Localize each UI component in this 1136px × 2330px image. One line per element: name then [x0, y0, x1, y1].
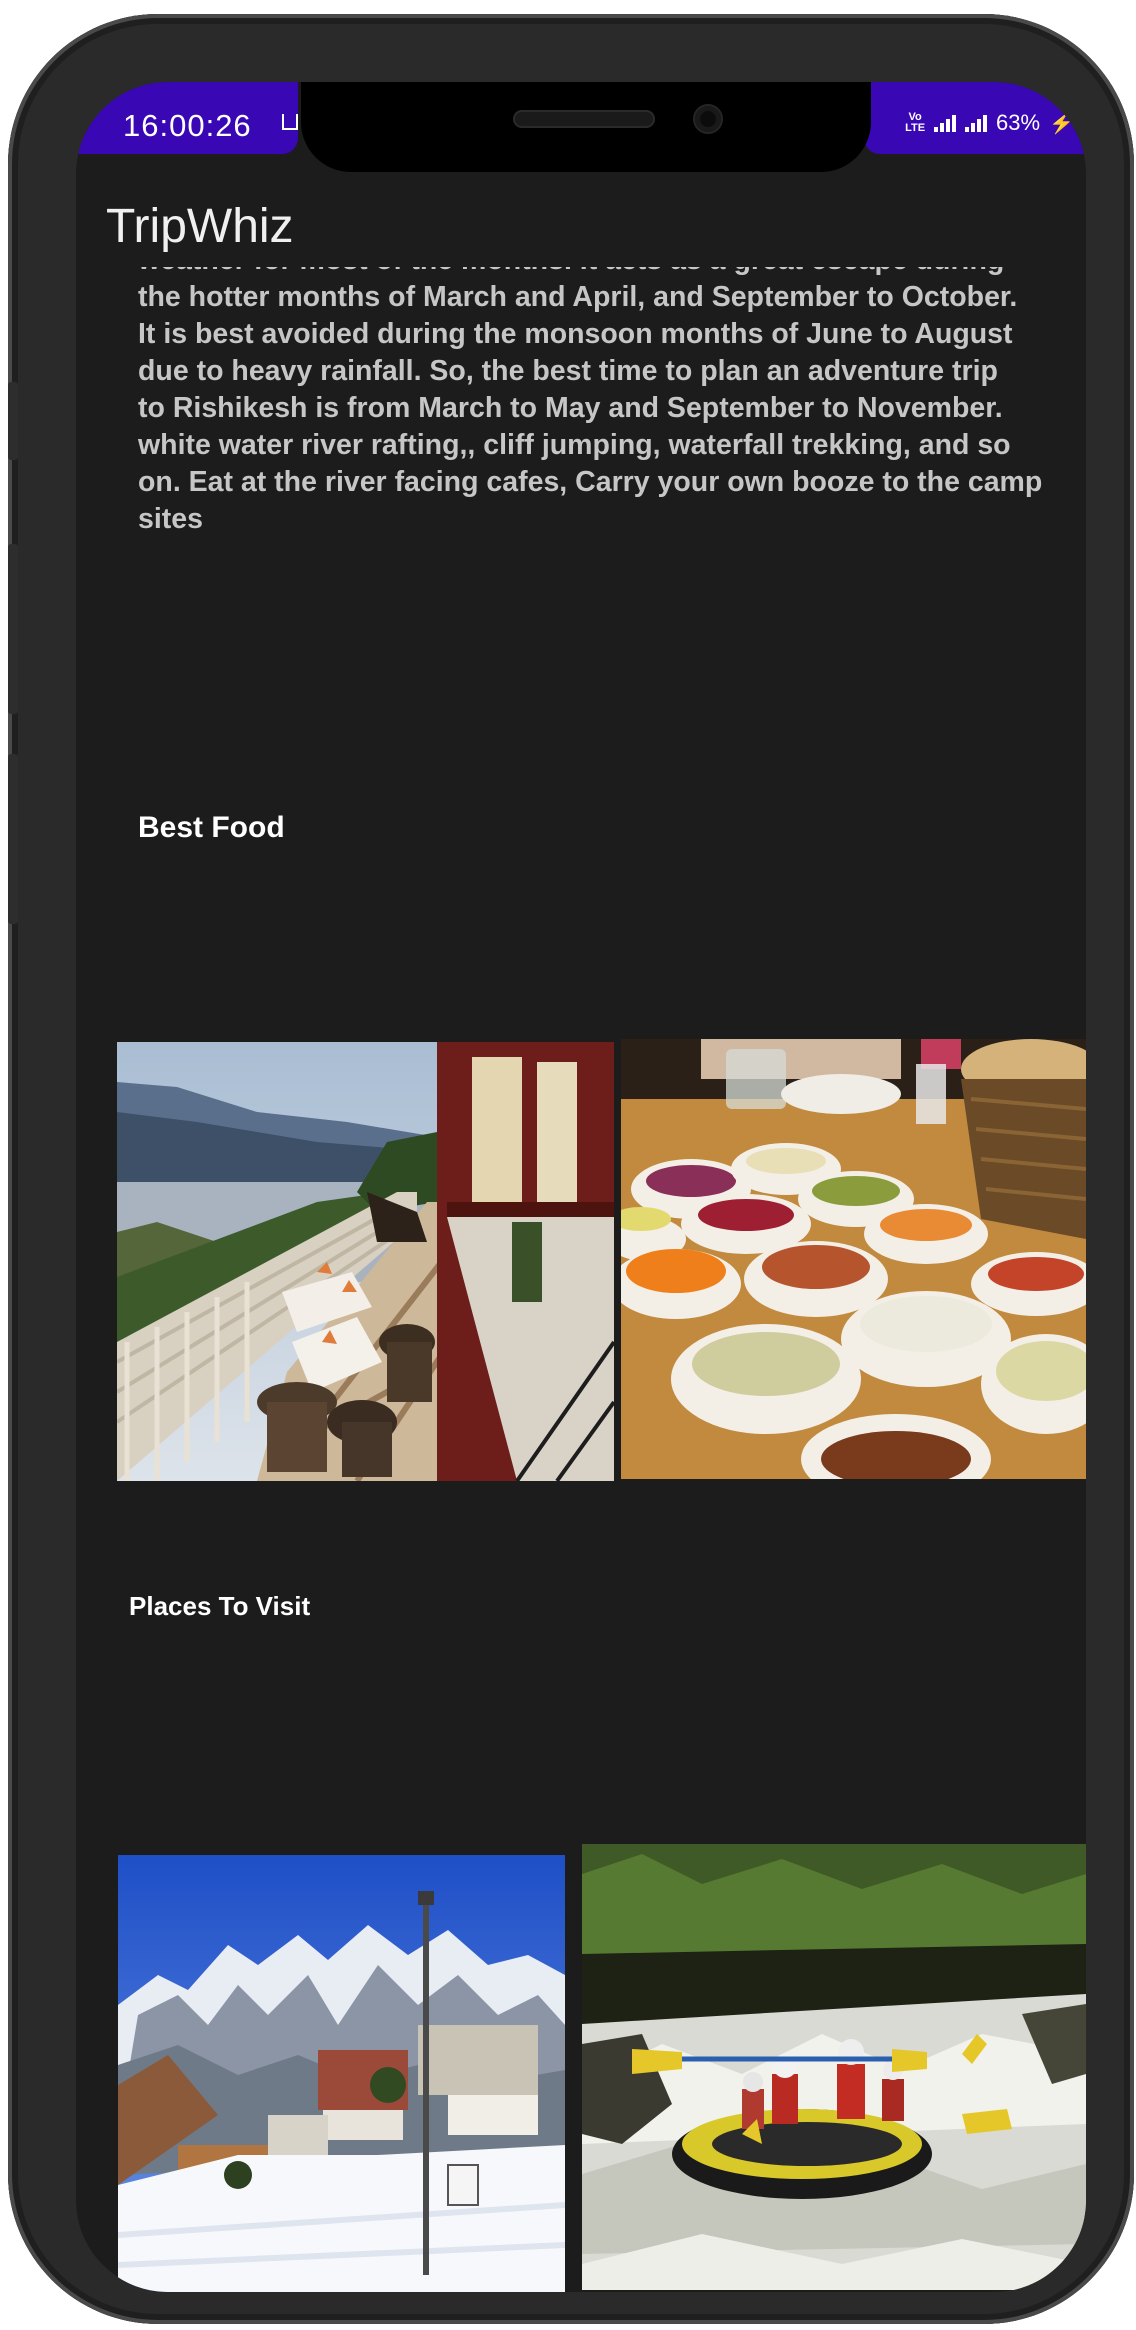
screen-cast-icon	[282, 114, 298, 130]
description-line: It is best avoided during the monsoon mo…	[138, 318, 1013, 350]
app-title: TripWhiz	[106, 200, 294, 253]
snowy-mountain-image[interactable]	[118, 1855, 565, 2292]
description-line: on. Eat at the river facing cafes, Carry…	[138, 466, 1043, 498]
places-to-visit-title: Places To Visit	[129, 1591, 311, 1621]
volume-down-button	[8, 544, 18, 714]
description-line: the hotter months of March and April, an…	[138, 281, 1018, 313]
scroll-content[interactable]: weather for most of the months. It acts …	[76, 267, 1086, 2292]
volte-label: Vo LTE	[905, 111, 926, 134]
river-rafting-image[interactable]	[582, 1844, 1086, 2290]
camera-notch	[301, 82, 871, 172]
battery-percent: 63%	[996, 110, 1041, 135]
phone-frame: 16:00:26 Vo LTE 63% ⚡ TripWhiz the hotte…	[8, 14, 1134, 2324]
app-screen: 16:00:26 Vo LTE 63% ⚡ TripWhiz the hotte…	[76, 82, 1086, 2292]
food-bowls-image[interactable]	[621, 1039, 1086, 1479]
status-bar-right: Vo LTE 63% ⚡	[864, 82, 1086, 154]
description-line: sites	[138, 503, 203, 535]
earpiece-speaker	[513, 110, 655, 128]
description-line: white water river rafting,, cliff jumpin…	[138, 429, 1011, 461]
best-food-title: Best Food	[138, 811, 285, 844]
riverside-cafe-image[interactable]	[117, 1042, 614, 1481]
description-line: due to heavy rainfall. So, the best time…	[138, 355, 998, 387]
destination-description: weather for most of the months. It acts …	[138, 267, 1086, 538]
description-line: to Rishikesh is from March to May and Se…	[138, 392, 1003, 424]
status-time: 16:00:26	[123, 108, 252, 143]
power-button	[8, 754, 18, 924]
description-line: weather for most of the months. It acts …	[138, 267, 1086, 279]
signal-icon	[934, 114, 957, 132]
signal-icon-2	[965, 114, 988, 132]
status-bar-left: 16:00:26	[76, 82, 298, 154]
volume-up-button	[8, 382, 18, 460]
front-camera	[695, 106, 721, 132]
charging-icon: ⚡	[1049, 112, 1074, 135]
